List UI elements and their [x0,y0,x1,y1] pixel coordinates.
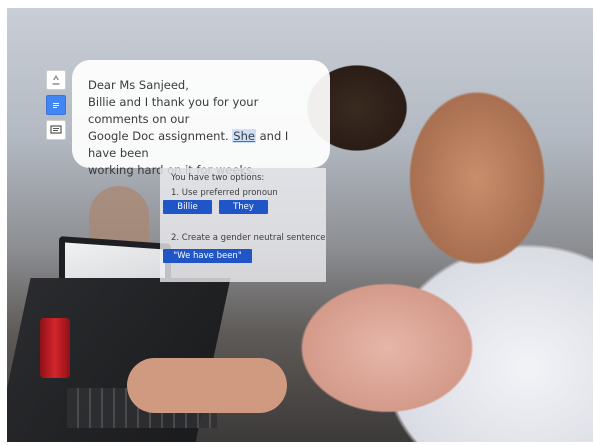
pronoun-highlight[interactable]: She [232,129,256,143]
hand [127,358,287,413]
soda-can [40,318,70,378]
choice-they-button[interactable]: They [219,200,268,214]
suggestion-intro: You have two options: [171,173,265,183]
letter-line-2: Google Doc assignment. She and I have be… [88,128,316,162]
option-2-label: 2. Create a gender neutral sentence [171,233,326,243]
google-docs-icon[interactable] [46,95,66,115]
letter-greeting: Dear Ms Sanjeed, [88,78,189,92]
letter-line-1: Billie and I thank you for your comments… [88,95,259,126]
comment-icon[interactable] [46,120,66,140]
choice-billie-button[interactable]: Billie [163,200,212,214]
letter-line-2-start: Google Doc assignment. [88,129,233,143]
letter-card: Dear Ms Sanjeed, Billie and I thank you … [72,60,330,177]
choice-we-have-been-button[interactable]: "We have been" [163,249,252,263]
option-1-label: 1. Use preferred pronoun [171,188,278,198]
recycle-icon[interactable] [46,70,66,90]
suggestion-popup: You have two options: 1. Use preferred p… [160,168,326,282]
